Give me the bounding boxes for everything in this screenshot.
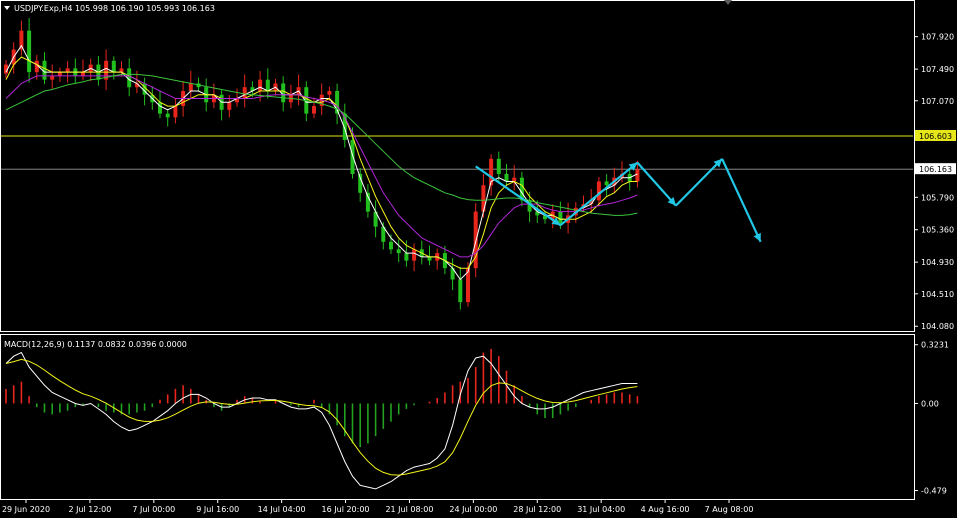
time-tick-label: 28 Jul 12:00 bbox=[513, 505, 561, 514]
price-tick-label: 104.930 bbox=[921, 258, 954, 267]
price-tick-label: 104.080 bbox=[921, 322, 954, 331]
candle-body bbox=[81, 72, 85, 76]
price-tick-label: 107.490 bbox=[921, 65, 954, 74]
candle-body bbox=[173, 106, 178, 118]
chart-background bbox=[0, 0, 957, 518]
price-tick-label: 106.163 bbox=[919, 165, 952, 174]
candle-body bbox=[65, 68, 70, 73]
candle-body bbox=[111, 60, 116, 73]
candle-body bbox=[312, 106, 316, 114]
time-tick-label: 16 Jul 20:00 bbox=[322, 505, 370, 514]
macd-title: MACD(12,26,9) 0.1137 0.0832 0.0396 0.000… bbox=[4, 340, 187, 349]
macd-tick-label: -0.479 bbox=[921, 487, 947, 496]
price-tick-label: 104.510 bbox=[921, 290, 954, 299]
candle-body bbox=[635, 169, 640, 182]
candle-body bbox=[427, 256, 432, 261]
candle-body bbox=[258, 79, 263, 91]
price-tick-label: 105.790 bbox=[921, 193, 954, 202]
time-tick-label: 7 Aug 08:00 bbox=[705, 505, 754, 514]
macd-tick-label: 0.3231 bbox=[921, 341, 949, 350]
price-tick-label: 107.920 bbox=[921, 33, 954, 42]
candle-body bbox=[57, 72, 62, 76]
candle-body bbox=[458, 279, 463, 303]
candle-body bbox=[50, 75, 55, 80]
time-tick-label: 21 Jul 08:00 bbox=[385, 505, 433, 514]
time-tick-label: 24 Jul 00:00 bbox=[449, 505, 497, 514]
candle-body bbox=[188, 83, 193, 91]
main-title: USDJPY.Exp,H4 105.998 106.190 105.993 10… bbox=[14, 4, 215, 13]
price-tick-label: 107.070 bbox=[921, 97, 954, 106]
candle-body bbox=[119, 68, 124, 73]
candle-body bbox=[404, 253, 409, 261]
candle-body bbox=[396, 249, 401, 254]
candle-body bbox=[27, 30, 32, 73]
price-tick-label: 106.603 bbox=[919, 132, 952, 141]
chart-window: 107.920 107.490 107.070 106.603 106.163 105.7… bbox=[0, 0, 957, 518]
candle-body bbox=[596, 181, 601, 201]
candle-body bbox=[327, 90, 332, 95]
candle-body bbox=[412, 249, 417, 261]
time-tick-label: 4 Aug 16:00 bbox=[641, 505, 690, 514]
candle-body bbox=[389, 241, 393, 250]
price-tick-label: 105.360 bbox=[921, 226, 954, 235]
candle-body bbox=[165, 113, 170, 118]
candle-body bbox=[558, 211, 563, 223]
time-tick-label: 29 Jun 2020 bbox=[2, 505, 50, 514]
candle-body bbox=[265, 79, 270, 91]
time-tick-label: 2 Jul 12:00 bbox=[68, 505, 111, 514]
macd-tick-label: 0.00 bbox=[921, 399, 939, 408]
time-tick-label: 14 Jul 04:00 bbox=[258, 505, 306, 514]
time-tick-label: 9 Jul 16:00 bbox=[196, 505, 239, 514]
candle-body bbox=[242, 87, 247, 99]
candle-body bbox=[604, 181, 609, 186]
time-tick-label: 31 Jul 04:00 bbox=[577, 505, 625, 514]
candle-body bbox=[350, 139, 355, 174]
candle-body bbox=[227, 102, 232, 110]
candle-body bbox=[158, 102, 162, 114]
candle-body bbox=[512, 177, 517, 182]
time-tick-label: 7 Jul 00:00 bbox=[132, 505, 175, 514]
candle-body bbox=[496, 158, 501, 174]
